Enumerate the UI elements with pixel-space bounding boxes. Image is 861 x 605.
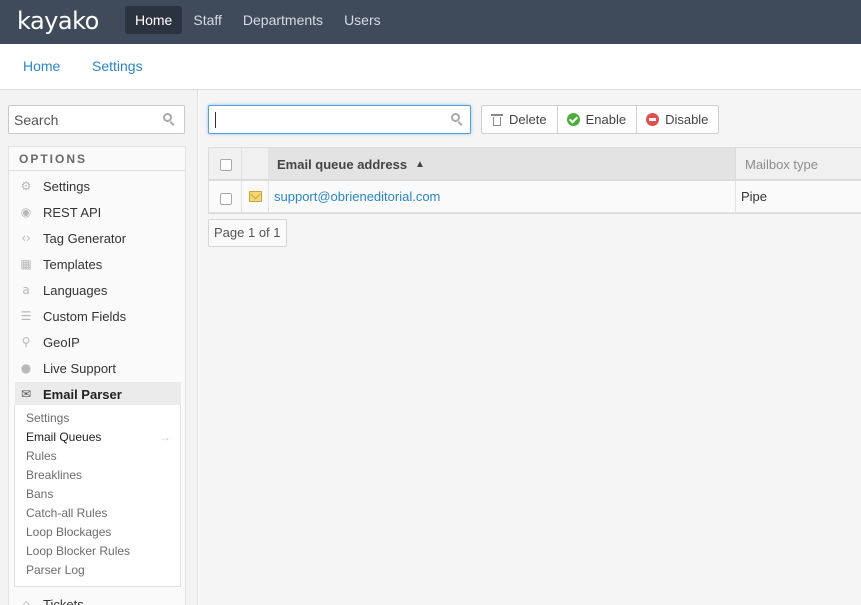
email-queue-link[interactable]: support@obrieneditorial.com (274, 189, 440, 204)
sidebar-item-live-support[interactable]: ● Live Support (19, 357, 116, 379)
nav-home[interactable]: Home (125, 6, 183, 34)
row-icon-cell (242, 181, 269, 212)
code-icon: ‹› (21, 231, 31, 245)
sidebar-item-label: Templates (43, 256, 103, 272)
check-circle-icon (566, 113, 580, 126)
submenu-item-settings[interactable]: Settings (26, 411, 69, 425)
nav-departments[interactable]: Departments (233, 6, 333, 34)
sidebar-item-tag-generator[interactable]: ‹› Tag Generator (19, 227, 126, 249)
template-icon: ▦ (20, 257, 32, 271)
kayako-logo[interactable]: kayako (17, 7, 99, 35)
sidebar-item-label: Languages (43, 282, 108, 298)
sidebar-item-settings[interactable]: ⚙ Settings (19, 175, 90, 197)
sidebar-item-tickets[interactable]: ⌂ Tickets (19, 593, 84, 605)
row-check-cell (209, 181, 242, 212)
mailbox-type-cell: Pipe (735, 181, 861, 212)
email-queue-table: Email queue address ▲ Mailbox type suppo… (208, 147, 861, 214)
select-all-cell (209, 148, 242, 179)
sidebar-item-templates[interactable]: ▦ Templates (19, 253, 102, 275)
sidebar-search-box (8, 105, 185, 134)
breadcrumb-settings[interactable]: Settings (92, 58, 143, 74)
sidebar-item-label: Custom Fields (43, 308, 127, 324)
sort-ascending-icon: ▲ (415, 159, 425, 170)
sidebar: OPTIONS ⚙ Settings ◉ REST API ‹› Tag Gen… (0, 90, 198, 605)
delete-button[interactable]: Delete (482, 106, 558, 133)
submenu-item-email-queues[interactable]: Email Queues (26, 430, 101, 444)
sidebar-item-email-parser[interactable]: ✉ Email Parser (15, 382, 181, 406)
language-icon: a (22, 283, 30, 297)
breadcrumb: Home Settings (0, 44, 861, 90)
sidebar-item-label: Tag Generator (43, 230, 127, 246)
sidebar-item-label: Live Support (43, 360, 116, 376)
select-all-checkbox[interactable] (220, 159, 232, 171)
search-icon[interactable] (451, 113, 463, 126)
trash-icon (491, 113, 503, 126)
icon-column-header (242, 148, 269, 179)
sidebar-search-input[interactable] (14, 111, 154, 129)
column-header-mailbox-type[interactable]: Mailbox type (735, 148, 861, 179)
submenu-item-loop-blocker-rules[interactable]: Loop Blocker Rules (26, 544, 130, 558)
grid-toolbar: Delete Enable Disable (481, 105, 720, 134)
column-header-mailbox-label: Mailbox type (745, 157, 818, 172)
enable-button[interactable]: Enable (558, 106, 638, 133)
sidebar-item-languages[interactable]: a Languages (19, 279, 107, 301)
disable-button[interactable]: Disable (637, 106, 718, 133)
sidebar-item-label: REST API (43, 204, 102, 220)
arrow-right-icon: → (159, 430, 171, 444)
breadcrumb-home[interactable]: Home (23, 58, 60, 74)
delete-label: Delete (509, 112, 547, 127)
submenu-item-catch-all-rules[interactable]: Catch-all Rules (26, 506, 107, 520)
submenu-item-breaklines[interactable]: Breaklines (26, 468, 82, 482)
sidebar-item-geoip[interactable]: ⚲ GeoIP (19, 331, 80, 353)
options-divider (9, 170, 185, 171)
minus-circle-icon (646, 113, 660, 126)
options-panel: OPTIONS ⚙ Settings ◉ REST API ‹› Tag Gen… (8, 146, 186, 605)
table-header: Email queue address ▲ Mailbox type (209, 148, 861, 181)
grid-search-input[interactable] (208, 105, 471, 134)
list-icon: ☰ (20, 309, 32, 323)
top-nav: Home Staff Departments Users (125, 6, 392, 34)
sidebar-item-label: GeoIP (43, 334, 80, 350)
nav-staff[interactable]: Staff (183, 6, 232, 34)
row-checkbox[interactable] (220, 193, 232, 205)
map-pin-icon: ⚲ (21, 335, 31, 349)
broadcast-icon: ◉ (20, 205, 32, 219)
submenu-item-bans[interactable]: Bans (26, 487, 53, 501)
text-caret (215, 112, 216, 128)
sidebar-item-label: Settings (43, 178, 90, 194)
sidebar-item-label: Tickets (43, 596, 84, 605)
sidebar-item-custom-fields[interactable]: ☰ Custom Fields (19, 305, 126, 327)
envelope-icon: ✉ (20, 387, 32, 401)
nav-users[interactable]: Users (334, 6, 391, 34)
top-bar: kayako Home Staff Departments Users (0, 0, 861, 44)
search-icon[interactable] (163, 113, 175, 126)
main-content: Delete Enable Disable Email queue addres… (199, 90, 861, 605)
submenu-item-parser-log[interactable]: Parser Log (26, 563, 85, 577)
chat-icon: ● (20, 361, 32, 375)
mailbox-type-value: Pipe (741, 189, 768, 204)
email-parser-submenu: Settings Email Queues → Rules Breaklines… (14, 405, 181, 587)
ticket-icon: ⌂ (22, 597, 30, 605)
table-row[interactable]: support@obrieneditorial.com Pipe (209, 181, 861, 213)
sidebar-item-label: Email Parser (43, 386, 122, 402)
submenu-item-loop-blockages[interactable]: Loop Blockages (26, 525, 111, 539)
disable-label: Disable (665, 112, 709, 127)
column-header-email-label: Email queue address (277, 157, 408, 172)
enable-label: Enable (585, 112, 627, 127)
sidebar-item-rest-api[interactable]: ◉ REST API (19, 201, 102, 223)
pagination: Page 1 of 1 (208, 219, 287, 247)
gear-icon: ⚙ (20, 179, 32, 193)
submenu-item-rules[interactable]: Rules (26, 449, 57, 463)
envelope-icon (249, 191, 262, 202)
column-header-email[interactable]: Email queue address ▲ (269, 148, 735, 179)
options-title: OPTIONS (19, 152, 88, 166)
